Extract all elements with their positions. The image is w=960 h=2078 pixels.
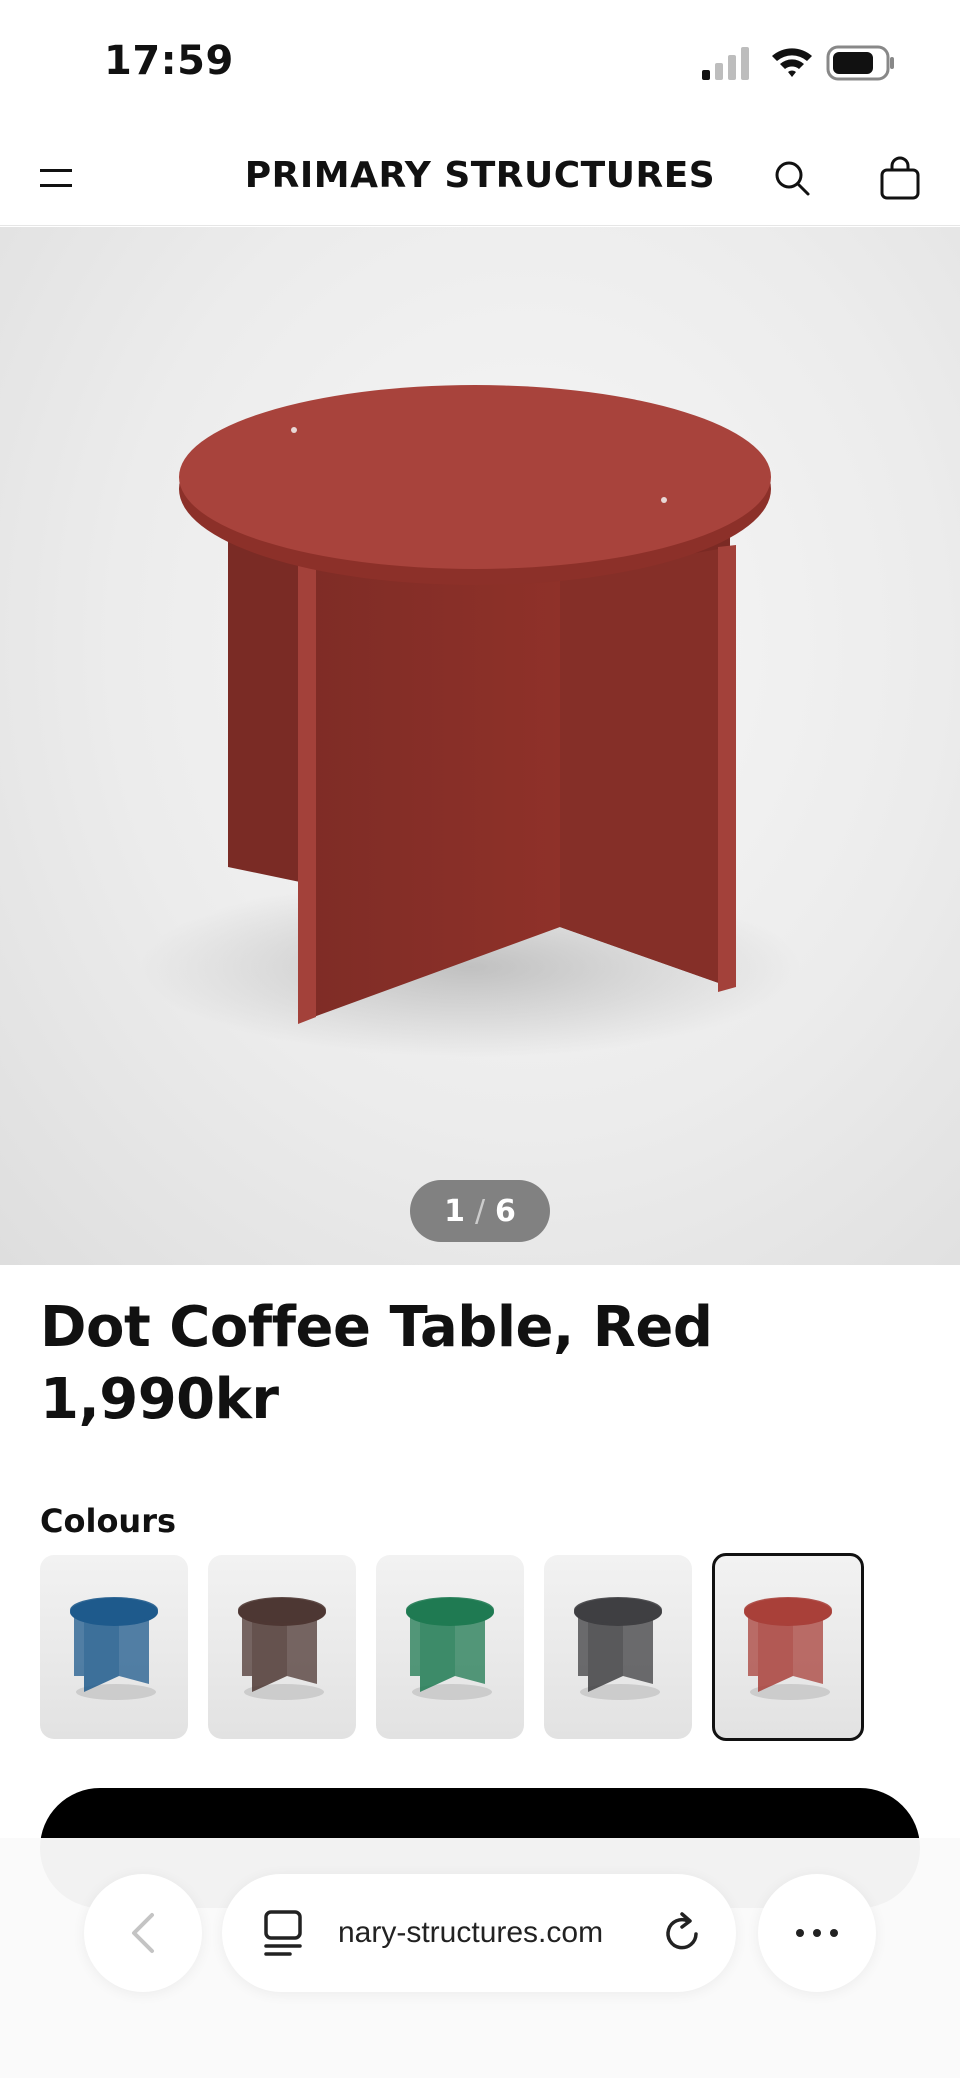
search-button[interactable] — [762, 148, 822, 208]
reload-icon[interactable] — [658, 1910, 706, 1958]
more-dots-icon — [796, 1929, 838, 1937]
colours-label: Colours — [40, 1502, 177, 1540]
search-icon — [775, 161, 810, 196]
pager-current: 1 — [444, 1193, 465, 1229]
browser-toolbar: nary-structures.com — [0, 1838, 960, 2078]
swatch-table-image — [574, 1597, 662, 1700]
menu-button[interactable] — [26, 148, 86, 208]
swatch-table-image — [744, 1597, 832, 1700]
brand-logo[interactable]: PRIMARY STRUCTURES — [200, 146, 760, 206]
swatch-table-image — [406, 1597, 494, 1700]
colour-swatches — [40, 1553, 864, 1741]
product-image-gallery[interactable]: 1 / 6 — [0, 227, 960, 1265]
gallery-pager: 1 / 6 — [410, 1180, 550, 1242]
product-title: Dot Coffee Table, Red — [40, 1295, 713, 1360]
product-image — [140, 385, 800, 1057]
status-bar: 17:59 — [0, 0, 960, 128]
colour-swatch-red[interactable] — [712, 1553, 864, 1741]
pager-separator: / — [474, 1193, 486, 1229]
pager-total: 6 — [495, 1193, 516, 1229]
colour-swatch-blue[interactable] — [40, 1555, 188, 1739]
swatch-table-image — [238, 1597, 326, 1700]
colour-swatch-brown[interactable] — [208, 1555, 356, 1739]
url-value: nary-structures.com — [338, 1916, 604, 1949]
wifi-icon — [772, 48, 812, 77]
more-options-button[interactable] — [758, 1874, 876, 1992]
cart-button[interactable] — [870, 148, 930, 208]
cellular-signal-icon — [702, 47, 749, 80]
address-bar[interactable]: nary-structures.com — [222, 1874, 736, 1992]
back-chevron-icon — [132, 1913, 154, 1953]
battery-icon — [826, 45, 894, 81]
url-text[interactable]: nary-structures.com — [338, 1874, 638, 1992]
colour-swatch-green[interactable] — [376, 1555, 524, 1739]
product-price: 1,990kr — [40, 1367, 279, 1432]
colour-swatch-grey[interactable] — [544, 1555, 692, 1739]
back-button[interactable] — [84, 1874, 202, 1992]
site-header: PRIMARY STRUCTURES — [0, 128, 960, 226]
tabs-icon[interactable] — [262, 1910, 306, 1958]
status-time: 17:59 — [104, 38, 234, 84]
swatch-table-image — [70, 1597, 158, 1700]
menu-icon — [40, 169, 72, 187]
shopping-bag-icon — [880, 156, 920, 200]
